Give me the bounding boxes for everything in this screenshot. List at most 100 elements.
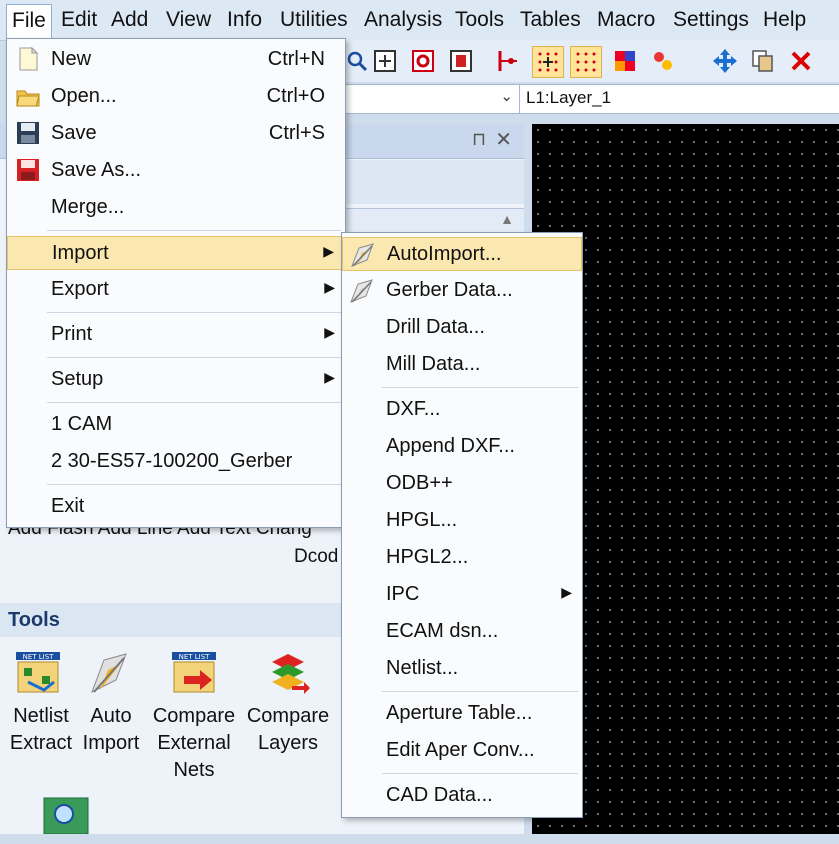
compare-layers-label: Compare Layers [242, 703, 334, 757]
close-icon[interactable]: ✕ [495, 127, 512, 152]
tool-label-line: Auto [90, 705, 132, 727]
menu-item-recent-2[interactable]: 2 30-ES57-100200_Gerber [7, 445, 345, 479]
menu-add[interactable]: Add [106, 4, 153, 36]
delete-icon[interactable] [786, 46, 816, 76]
submenu-item-label: Append DXF... [386, 435, 515, 457]
pin-icon[interactable]: ⊓ [472, 129, 486, 150]
menu-macro[interactable]: Macro [592, 4, 660, 36]
menu-separator [382, 387, 578, 388]
grid-dots-icon[interactable] [570, 46, 602, 78]
menu-item-label: New [51, 48, 92, 70]
netlist-extract-label: Netlist Extract [4, 703, 78, 757]
submenu-item-hpgl2[interactable]: HPGL2... [342, 541, 582, 575]
zoom-box-icon[interactable] [370, 46, 400, 76]
layer-select[interactable]: L1:Layer_1 [519, 84, 839, 114]
tool-label-line: Import [82, 732, 140, 754]
tools-panel-title: Tools [8, 609, 60, 631]
menu-item-save-as[interactable]: Save As... [7, 154, 345, 188]
move-icon[interactable] [710, 46, 740, 76]
menu-item-label: Print [51, 323, 93, 345]
submenu-item-aperture-table[interactable]: Aperture Table... [342, 697, 582, 731]
submenu-arrow-icon: ▶ [323, 243, 334, 259]
menu-separator [47, 230, 341, 231]
crosshair-icon[interactable] [492, 46, 522, 76]
menu-edit[interactable]: Edit [56, 4, 102, 36]
menu-item-open[interactable]: Open... Ctrl+O [7, 80, 345, 114]
dcode-label: Dcod [294, 546, 339, 567]
layers-icon[interactable] [648, 46, 678, 76]
submenu-item-ecam[interactable]: ECAM dsn... [342, 615, 582, 649]
menu-item-shortcut: Ctrl+N [267, 48, 325, 70]
menu-settings[interactable]: Settings [668, 4, 754, 36]
menu-tables[interactable]: Tables [515, 4, 586, 36]
tool-label-line: Compare [152, 705, 236, 727]
menu-item-shortcut: Ctrl+O [266, 85, 325, 107]
menu-item-label: Open... [51, 85, 117, 107]
menu-utilities[interactable]: Utilities [275, 4, 353, 36]
menu-separator [47, 312, 341, 313]
tool-label-line: Compare [246, 705, 330, 727]
menu-info[interactable]: Info [222, 4, 267, 36]
netlist-extract-icon[interactable]: NET LIST [14, 650, 62, 698]
menu-item-save[interactable]: Save Ctrl+S [7, 117, 345, 151]
menu-item-new[interactable]: New Ctrl+N [7, 43, 345, 77]
submenu-item-label: DXF... [386, 398, 441, 420]
submenu-item-netlist[interactable]: Netlist... [342, 652, 582, 686]
compare-layers-icon[interactable] [264, 650, 312, 698]
menu-file[interactable]: File [6, 4, 52, 41]
menu-item-recent-1[interactable]: 1 CAM [7, 408, 345, 442]
submenu-item-drill[interactable]: Drill Data... [342, 311, 582, 345]
submenu-item-label: HPGL2... [386, 546, 469, 568]
auto-import-icon [349, 242, 377, 268]
zoom-icon[interactable] [342, 46, 372, 76]
menu-bar: File Edit Add View Info Utilities Analys… [0, 0, 839, 41]
menu-item-label: Export [51, 278, 109, 300]
submenu-item-gerber[interactable]: Gerber Data... [342, 274, 582, 308]
submenu-item-autoimport[interactable]: AutoImport... [342, 237, 582, 271]
layer-filter-combo[interactable]: ⌄ [342, 84, 520, 114]
submenu-item-ipc[interactable]: IPC ▶ [342, 578, 582, 612]
menu-item-export[interactable]: Export ▶ [7, 273, 345, 307]
scroll-up-icon[interactable]: ▲ [500, 211, 514, 227]
compare-external-nets-icon[interactable]: NET LIST [170, 650, 218, 698]
new-file-icon [15, 46, 41, 72]
menu-item-setup[interactable]: Setup ▶ [7, 363, 345, 397]
menu-item-merge[interactable]: Merge... [7, 191, 345, 225]
submenu-item-odb[interactable]: ODB++ [342, 467, 582, 501]
submenu-item-hpgl[interactable]: HPGL... [342, 504, 582, 538]
panel-list-header: ▲ [342, 208, 524, 235]
zoom-page-icon[interactable] [446, 46, 476, 76]
toolbar [342, 40, 839, 82]
netlist-search-icon[interactable] [42, 796, 90, 844]
submenu-item-cad-data[interactable]: CAD Data... [342, 779, 582, 813]
submenu-item-label: Netlist... [386, 657, 459, 679]
submenu-item-edit-aper-conv[interactable]: Edit Aper Conv... [342, 734, 582, 768]
menu-item-label: Save As... [51, 159, 142, 181]
copy-icon[interactable] [748, 46, 778, 76]
submenu-item-mill[interactable]: Mill Data... [342, 348, 582, 382]
menu-tools[interactable]: Tools [450, 4, 509, 36]
menu-item-label: 1 CAM [51, 413, 113, 435]
menu-item-print[interactable]: Print ▶ [7, 318, 345, 352]
menu-item-label: Save [51, 122, 97, 144]
save-as-disk-icon [15, 157, 41, 183]
auto-import-icon[interactable] [86, 650, 134, 698]
menu-analysis[interactable]: Analysis [359, 4, 447, 36]
tool-label-line: Netlist [13, 705, 69, 727]
grid-snap-icon[interactable] [532, 46, 564, 78]
compare-external-nets-label: Compare External Nets [148, 703, 240, 784]
menu-item-import[interactable]: Import ▶ [7, 236, 345, 270]
menu-item-label: Exit [51, 495, 85, 517]
menu-separator [47, 402, 341, 403]
menu-view[interactable]: View [161, 4, 216, 36]
submenu-item-append-dxf[interactable]: Append DXF... [342, 430, 582, 464]
zoom-fit-icon[interactable] [408, 46, 438, 76]
submenu-item-dxf[interactable]: DXF... [342, 393, 582, 427]
menu-help[interactable]: Help [758, 4, 811, 36]
color-icon[interactable] [610, 46, 640, 76]
file-menu: New Ctrl+N Open... Ctrl+O Save Ctrl+S Sa… [6, 38, 346, 528]
submenu-item-label: Edit Aper Conv... [386, 739, 535, 761]
submenu-item-label: AutoImport... [387, 243, 502, 265]
submenu-arrow-icon: ▶ [324, 324, 335, 340]
menu-item-exit[interactable]: Exit [7, 490, 345, 524]
